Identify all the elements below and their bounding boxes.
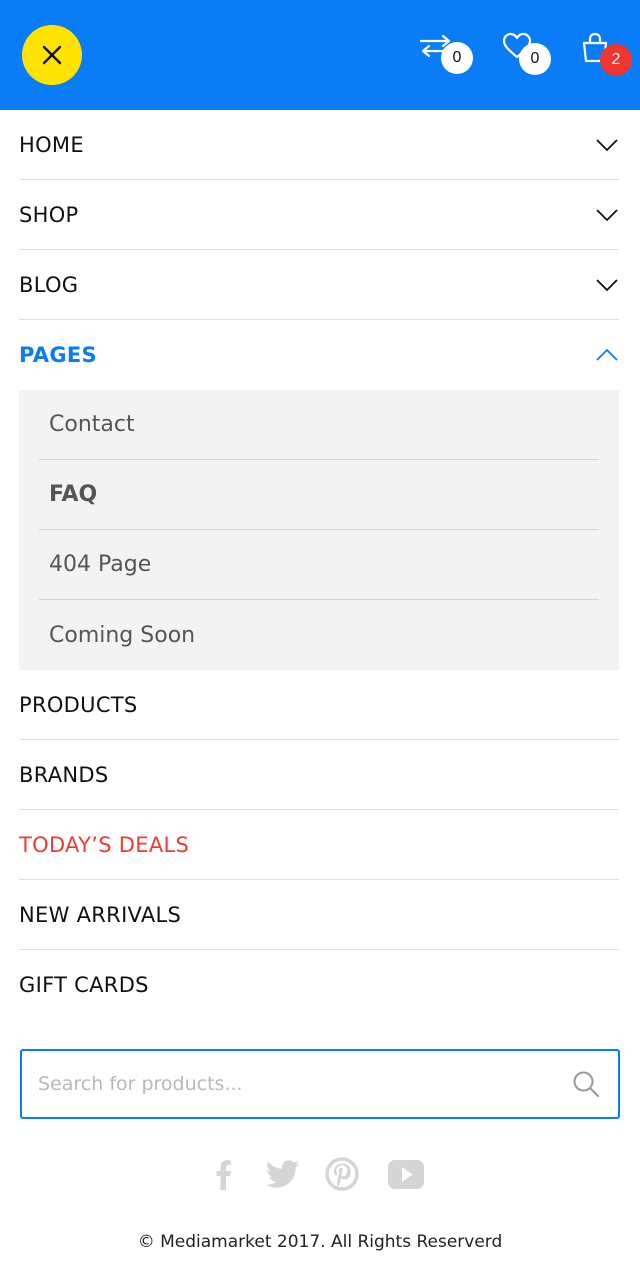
wishlist-button[interactable]: 0 bbox=[502, 32, 552, 78]
submenu-item-404[interactable]: 404 Page bbox=[39, 530, 599, 600]
youtube-icon bbox=[388, 1160, 424, 1189]
pinterest-link[interactable] bbox=[325, 1152, 359, 1198]
close-icon bbox=[42, 45, 62, 65]
menu-item-label: NEW ARRIVALS bbox=[19, 902, 182, 927]
menu-item-label: HOME bbox=[19, 132, 84, 157]
menu-item-todays-deals[interactable]: TODAY’S DEALS bbox=[19, 810, 619, 880]
menu-item-label: PAGES bbox=[19, 343, 97, 367]
menu-item-gift-cards[interactable]: GIFT CARDS bbox=[19, 950, 619, 1020]
submenu-item-faq[interactable]: FAQ bbox=[39, 460, 599, 530]
social-links bbox=[0, 1152, 640, 1198]
menu-item-home[interactable]: HOME bbox=[19, 110, 619, 180]
menu-item-label: BLOG bbox=[19, 272, 79, 297]
twitter-link[interactable] bbox=[265, 1152, 301, 1198]
chevron-down-icon[interactable] bbox=[595, 133, 619, 157]
submenu-item-contact[interactable]: Contact bbox=[39, 390, 599, 460]
chevron-down-icon[interactable] bbox=[595, 273, 619, 297]
menu-item-pages[interactable]: PAGES bbox=[19, 320, 619, 390]
menu-item-new-arrivals[interactable]: NEW ARRIVALS bbox=[19, 880, 619, 950]
cart-button[interactable]: 2 bbox=[580, 32, 632, 78]
facebook-icon bbox=[216, 1160, 231, 1190]
submenu-item-label: Coming Soon bbox=[49, 622, 196, 648]
chevron-down-icon[interactable] bbox=[595, 203, 619, 227]
menu-item-label: SHOP bbox=[19, 202, 79, 227]
submenu-item-coming-soon[interactable]: Coming Soon bbox=[39, 600, 599, 670]
chevron-up-icon[interactable] bbox=[595, 343, 619, 367]
copyright-text: © Mediamarket 2017. All Rights Reserverd bbox=[137, 1232, 503, 1252]
menu-item-label: TODAY’S DEALS bbox=[19, 832, 190, 857]
menu-item-blog[interactable]: BLOG bbox=[19, 250, 619, 320]
facebook-link[interactable] bbox=[212, 1152, 234, 1198]
search-icon[interactable] bbox=[572, 1070, 600, 1098]
youtube-link[interactable] bbox=[387, 1152, 425, 1198]
top-bar: 0 0 2 bbox=[0, 0, 640, 110]
menu-item-shop[interactable]: SHOP bbox=[19, 180, 619, 250]
compare-count-badge: 0 bbox=[441, 42, 473, 74]
submenu-item-label: Contact bbox=[49, 412, 135, 437]
menu-item-label: GIFT CARDS bbox=[19, 973, 149, 997]
submenu-item-label: 404 Page bbox=[49, 552, 152, 577]
close-menu-button[interactable] bbox=[22, 25, 82, 85]
menu-item-label: BRANDS bbox=[19, 762, 109, 787]
cart-count-badge: 2 bbox=[600, 44, 632, 76]
mobile-nav-menu: HOME SHOP BLOG PAGES Contact FAQ 404 Pag… bbox=[19, 110, 619, 1020]
menu-item-label: PRODUCTS bbox=[19, 692, 138, 717]
pinterest-icon bbox=[325, 1157, 359, 1191]
compare-button[interactable]: 0 bbox=[418, 32, 473, 78]
menu-item-brands[interactable]: BRANDS bbox=[19, 740, 619, 810]
menu-item-products[interactable]: PRODUCTS bbox=[19, 670, 619, 740]
search-input[interactable] bbox=[38, 1051, 558, 1117]
search-box bbox=[20, 1049, 620, 1119]
pages-submenu: Contact FAQ 404 Page Coming Soon bbox=[19, 390, 619, 670]
twitter-icon bbox=[265, 1160, 299, 1188]
submenu-item-label: FAQ bbox=[49, 482, 98, 507]
wishlist-count-badge: 0 bbox=[519, 43, 551, 75]
